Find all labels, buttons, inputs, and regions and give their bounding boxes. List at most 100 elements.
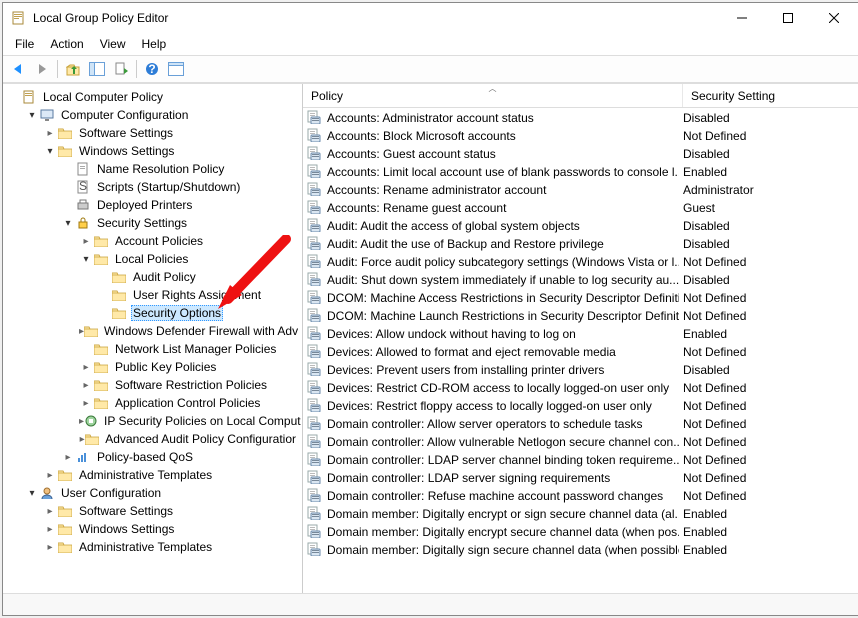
show-hide-tree-button[interactable] — [86, 58, 108, 80]
policy-row[interactable]: Accounts: Rename guest accountGuest — [303, 199, 858, 217]
expand-icon[interactable]: ▸ — [61, 452, 75, 463]
policy-row[interactable]: Domain controller: LDAP server channel b… — [303, 451, 858, 469]
tree-item[interactable]: ▾Security Settings — [7, 214, 298, 232]
expand-icon[interactable]: ▸ — [79, 398, 93, 409]
policy-list[interactable]: Accounts: Administrator account statusDi… — [303, 108, 858, 593]
tree-item[interactable]: ▸ Software Restriction Policies — [7, 376, 298, 394]
policy-row[interactable]: Audit: Shut down system immediately if u… — [303, 271, 858, 289]
collapse-icon[interactable]: ▾ — [79, 254, 93, 265]
forward-button[interactable] — [31, 58, 53, 80]
policy-row[interactable]: Devices: Allow undock without having to … — [303, 325, 858, 343]
close-button[interactable] — [811, 3, 857, 33]
policy-row[interactable]: Domain controller: Allow vulnerable Netl… — [303, 433, 858, 451]
tree-item-label: User Configuration — [59, 486, 163, 500]
policy-row[interactable]: Domain controller: LDAP server signing r… — [303, 469, 858, 487]
policy-row[interactable]: Domain controller: Refuse machine accoun… — [303, 487, 858, 505]
tree-item[interactable]: ▸Account Policies — [7, 232, 298, 250]
policy-row[interactable]: Audit: Audit the use of Backup and Resto… — [303, 235, 858, 253]
tree-item-label: Software Restriction Policies — [113, 378, 269, 392]
tree-item[interactable]: ▸IP Security Policies on Local Comput — [7, 412, 298, 430]
tree-item[interactable]: ▸Audit Policy — [7, 268, 298, 286]
policy-row[interactable]: Domain member: Digitally encrypt or sign… — [303, 505, 858, 523]
tree-item[interactable]: ▸Software Settings — [7, 502, 298, 520]
policy-setting: Not Defined — [679, 129, 855, 143]
collapse-icon[interactable]: ▾ — [43, 146, 57, 157]
collapse-icon[interactable]: ▾ — [25, 110, 39, 121]
policy-icon — [307, 488, 323, 505]
tree-item[interactable]: ▸Administrative Templates — [7, 538, 298, 556]
expand-icon[interactable]: ▸ — [79, 236, 93, 247]
policy-icon — [307, 362, 323, 379]
policy-row[interactable]: Accounts: Rename administrator accountAd… — [303, 181, 858, 199]
policy-row[interactable]: Devices: Restrict CD-ROM access to local… — [303, 379, 858, 397]
tree-item[interactable]: ▸Advanced Audit Policy Configuratior — [7, 430, 298, 448]
tree-item-label: Windows Defender Firewall with Adv — [102, 324, 300, 338]
tree-item[interactable]: ▾ User Configuration — [7, 484, 298, 502]
tree-item[interactable]: ▸Policy-based QoS — [7, 448, 298, 466]
toolbar-separator — [57, 60, 58, 78]
refresh-button[interactable] — [165, 58, 187, 80]
policy-setting: Not Defined — [679, 471, 855, 485]
tree-item[interactable]: ▸Windows Settings — [7, 520, 298, 538]
tree-item[interactable]: ▸Security Options — [7, 304, 298, 322]
tree-item[interactable]: ▸Administrative Templates — [7, 466, 298, 484]
minimize-button[interactable] — [719, 3, 765, 33]
collapse-icon[interactable]: ▾ — [25, 488, 39, 499]
policy-name: Accounts: Block Microsoft accounts — [327, 129, 516, 143]
policy-row[interactable]: DCOM: Machine Access Restrictions in Sec… — [303, 289, 858, 307]
maximize-button[interactable] — [765, 3, 811, 33]
tree-item[interactable]: ▸Local Computer Policy — [7, 88, 298, 106]
policy-row[interactable]: DCOM: Machine Launch Restrictions in Sec… — [303, 307, 858, 325]
policy-setting: Disabled — [679, 237, 855, 251]
back-button[interactable] — [7, 58, 29, 80]
policy-row[interactable]: Accounts: Administrator account statusDi… — [303, 109, 858, 127]
tree-item[interactable]: ▾Windows Settings — [7, 142, 298, 160]
policy-row[interactable]: Devices: Allowed to format and eject rem… — [303, 343, 858, 361]
policy-row[interactable]: Devices: Restrict floppy access to local… — [303, 397, 858, 415]
policy-name: Domain controller: Refuse machine accoun… — [327, 489, 663, 503]
tree-item[interactable]: ▸Public Key Policies — [7, 358, 298, 376]
menu-action[interactable]: Action — [42, 35, 91, 53]
expand-icon[interactable]: ▸ — [43, 506, 57, 517]
tree-item[interactable]: ▸Windows Defender Firewall with Adv — [7, 322, 298, 340]
policy-setting: Not Defined — [679, 453, 855, 467]
tree-pane[interactable]: ▸Local Computer Policy▾Computer Configur… — [3, 84, 303, 593]
policy-setting: Enabled — [679, 543, 855, 557]
policy-row[interactable]: Audit: Force audit policy subcategory se… — [303, 253, 858, 271]
tree-item[interactable]: ▸Deployed Printers — [7, 196, 298, 214]
expand-icon[interactable]: ▸ — [43, 128, 57, 139]
policy-row[interactable]: Accounts: Block Microsoft accounts Not De… — [303, 127, 858, 145]
tree-item[interactable]: ▸User Rights Assignment — [7, 286, 298, 304]
folder-icon — [93, 396, 109, 410]
tree-item[interactable]: ▸Application Control Policies — [7, 394, 298, 412]
expand-icon[interactable]: ▸ — [43, 542, 57, 553]
help-button[interactable]: ? — [141, 58, 163, 80]
tree-item[interactable]: ▸Network List Manager Policies — [7, 340, 298, 358]
up-button[interactable] — [62, 58, 84, 80]
tree-item[interactable]: ▾Computer Configuration — [7, 106, 298, 124]
policy-row[interactable]: Audit: Audit the access of global system… — [303, 217, 858, 235]
tree-item[interactable]: ▸Software Settings — [7, 124, 298, 142]
export-button[interactable] — [110, 58, 132, 80]
tree-item[interactable]: ▸Name Resolution Policy — [7, 160, 298, 178]
policy-row[interactable]: Domain controller: Allow server operator… — [303, 415, 858, 433]
policy-name: Domain member: Digitally encrypt secure … — [327, 525, 679, 539]
menu-view[interactable]: View — [92, 35, 134, 53]
menu-help[interactable]: Help — [134, 35, 175, 53]
tree-item[interactable]: ▸SScripts (Startup/Shutdown) — [7, 178, 298, 196]
policy-row[interactable]: Domain member: Digitally encrypt secure … — [303, 523, 858, 541]
collapse-icon[interactable]: ▾ — [61, 218, 75, 229]
tree-item[interactable]: ▾Local Policies — [7, 250, 298, 268]
expand-icon[interactable]: ▸ — [79, 380, 93, 391]
expand-icon[interactable]: ▸ — [43, 524, 57, 535]
expand-icon[interactable]: ▸ — [79, 362, 93, 373]
expand-icon[interactable]: ▸ — [43, 470, 57, 481]
menu-file[interactable]: File — [7, 35, 42, 53]
policy-row[interactable]: Accounts: Guest account statusDisabled — [303, 145, 858, 163]
policy-row[interactable]: Devices: Prevent users from installing p… — [303, 361, 858, 379]
policy-row[interactable]: Accounts: Limit local account use of bla… — [303, 163, 858, 181]
column-policy[interactable]: Policy︿ — [303, 84, 683, 107]
policy-row[interactable]: Domain member: Digitally sign secure cha… — [303, 541, 858, 559]
column-setting[interactable]: Security Setting — [683, 84, 858, 107]
policy-name: Devices: Allowed to format and eject rem… — [327, 345, 616, 359]
